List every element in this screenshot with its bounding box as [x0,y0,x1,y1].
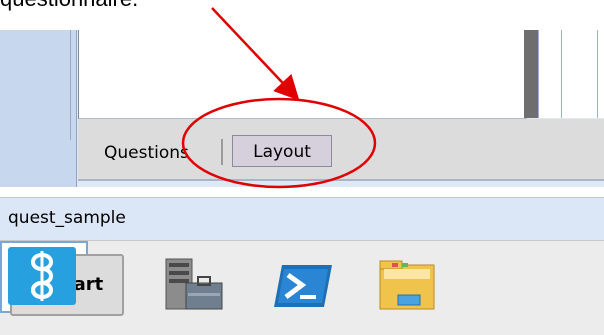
document-title-bar: quest_sample [0,197,604,240]
content-panel [78,30,527,119]
powershell-icon[interactable] [268,251,338,321]
document-name: quest_sample [8,208,126,228]
app-logo-icon [31,251,53,301]
caption-text: questionnaire. [0,0,138,12]
application-icon [8,247,76,305]
file-explorer-icon[interactable] [372,251,442,321]
server-manager-icon[interactable] [160,251,230,321]
taskbar: Start [0,240,604,335]
application-window: Questions Layout [0,30,604,187]
right-panel [538,30,604,118]
spacer [0,187,604,197]
tab-separator [221,139,223,165]
application-taskbar-item[interactable] [0,241,88,313]
grid-line [561,30,562,118]
pane-divider [70,30,71,140]
left-pane [0,30,77,187]
tab-bar: Questions Layout [78,119,604,181]
tab-layout[interactable]: Layout [232,135,332,167]
vertical-scrollbar[interactable] [524,30,538,118]
tab-questions[interactable]: Questions [102,140,191,166]
grid-line [597,30,598,118]
